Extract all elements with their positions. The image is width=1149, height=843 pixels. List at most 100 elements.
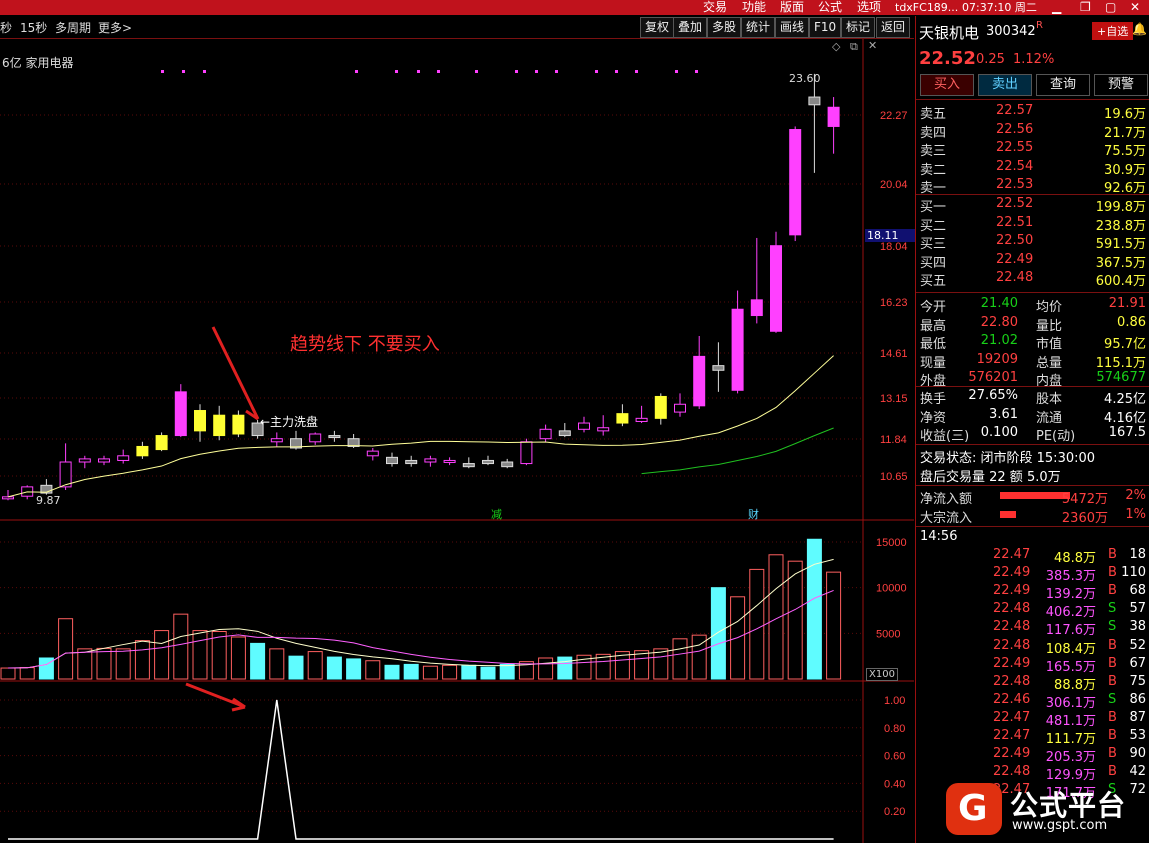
bid-row: 买一 22.52 199.8万 xyxy=(918,196,1148,215)
bid-label: 买四 xyxy=(920,255,947,271)
volume-bar xyxy=(0,667,16,680)
stat-label: 今开 xyxy=(920,300,947,315)
flow-pct: 1% xyxy=(1125,507,1146,522)
alert-button[interactable]: 预警 xyxy=(1094,74,1148,96)
volume-bar xyxy=(806,538,822,680)
btn-mark[interactable]: 标记 xyxy=(841,17,876,38)
settings-diamond-icon[interactable]: ◇ xyxy=(832,40,840,53)
query-button[interactable]: 查询 xyxy=(1036,74,1090,96)
tick-volume: 406.2万 xyxy=(1045,605,1096,621)
volume-bar xyxy=(384,664,400,680)
maximize-icon[interactable]: ▢ xyxy=(1105,0,1116,15)
tick-row: 22.48 108.4万 B 52 xyxy=(918,638,1148,657)
gspt-logo-letter: G xyxy=(958,788,988,829)
menu-options[interactable]: 选项 xyxy=(857,0,881,15)
btn-f10[interactable]: F10 xyxy=(809,17,842,38)
multi-period[interactable]: 多周期 xyxy=(55,19,91,36)
ask-price: 22.56 xyxy=(996,121,1034,137)
signal-dot xyxy=(355,70,358,73)
btn-back[interactable]: 返回 xyxy=(876,17,911,38)
candle-body xyxy=(194,410,206,432)
current-price: 22.52 xyxy=(919,48,976,69)
stat-value: 4.16亿 xyxy=(1104,410,1146,426)
board-label: 6亿 家用电器 xyxy=(2,56,74,70)
top-menu-bar: 交易 功能 版面 公式 选项 tdxFC189... 07:37:10 周二 ▁… xyxy=(0,0,1149,15)
ask-volume: 19.6万 xyxy=(1104,107,1146,122)
candle-body xyxy=(597,427,610,432)
server-label: tdxFC189... xyxy=(895,1,959,14)
btn-overlay[interactable]: 叠加 xyxy=(673,17,708,38)
event-label-reduce[interactable]: 减 xyxy=(491,506,502,522)
tick-volume: 117.6万 xyxy=(1045,623,1096,639)
period-sec[interactable]: 秒 xyxy=(0,19,12,36)
stat-value: 167.5 xyxy=(1108,425,1146,440)
tick-volume: 111.7万 xyxy=(1045,732,1096,747)
signal-dot xyxy=(675,70,678,73)
buy-button[interactable]: 买入 xyxy=(920,74,974,96)
stat-row: 今开 21.40 均价 21.91 xyxy=(918,296,1148,315)
candle-body xyxy=(808,96,821,106)
price-change: 0.25 xyxy=(976,52,1005,67)
tick-row: 22.49 165.5万 B 67 xyxy=(918,656,1148,675)
menu-trade[interactable]: 交易 xyxy=(703,0,727,15)
volume-bar xyxy=(115,648,131,680)
tick-row: 22.47 481.1万 B 87 xyxy=(918,709,1148,729)
candle-body xyxy=(328,435,341,439)
ask-label: 卖五 xyxy=(920,107,947,122)
candle-body xyxy=(539,428,552,440)
close-chart-icon[interactable]: ✕ xyxy=(868,39,877,52)
stat-label: 量比 xyxy=(1036,318,1063,334)
menu-formula[interactable]: 公式 xyxy=(818,0,842,15)
close-icon[interactable]: ✕ xyxy=(1130,0,1140,15)
bid-label: 买三 xyxy=(920,237,947,252)
candle-body xyxy=(558,430,571,437)
btn-draw-line[interactable]: 画线 xyxy=(775,17,810,38)
btn-multi-stock[interactable]: 多股 xyxy=(707,17,742,38)
more-menu[interactable]: 更多> xyxy=(98,19,132,36)
restore-icon[interactable]: ❐ xyxy=(1080,0,1091,15)
candle-body xyxy=(136,445,149,457)
price-axis-label: 14.61 xyxy=(880,348,908,360)
ask-label: 卖二 xyxy=(920,162,947,178)
minimize-icon[interactable]: ▁ xyxy=(1052,0,1061,15)
btn-stats[interactable]: 统计 xyxy=(741,17,776,38)
menu-function[interactable]: 功能 xyxy=(742,0,766,15)
tick-side: B xyxy=(1108,746,1117,762)
lock-icon[interactable]: ⧉ xyxy=(850,40,858,54)
candle-body xyxy=(750,299,763,317)
tick-volume: 108.4万 xyxy=(1045,641,1096,657)
tick-price: 22.48 xyxy=(993,673,1031,689)
event-label-finance[interactable]: 财 xyxy=(748,506,759,522)
volume-bar xyxy=(230,636,246,680)
add-favorite-button[interactable]: +自选 xyxy=(1092,22,1134,40)
price-axis-label: 11.84 xyxy=(880,434,907,446)
ask-volume: 75.5万 xyxy=(1104,144,1146,159)
stat-row: 换手 27.65% 股本 4.25亿 xyxy=(918,388,1148,407)
tick-price: 22.48 xyxy=(993,601,1031,617)
candle-body xyxy=(770,245,782,332)
volume-bar xyxy=(192,630,208,680)
stat-value: 0.100 xyxy=(980,425,1018,440)
tick-count: 18 xyxy=(1129,547,1146,562)
sell-button[interactable]: 卖出 xyxy=(978,74,1032,96)
tick-side: B xyxy=(1108,764,1117,780)
stat-value: 4.25亿 xyxy=(1104,392,1146,407)
stat-label: 换手 xyxy=(920,392,947,407)
signal-dot xyxy=(595,70,598,73)
volume-bar xyxy=(634,650,650,680)
tick-count: 87 xyxy=(1129,709,1146,725)
menu-layout[interactable]: 版面 xyxy=(780,0,804,15)
period-15sec[interactable]: 15秒 xyxy=(20,19,47,36)
candle-body xyxy=(174,391,187,437)
btn-restore-rights[interactable]: 复权 xyxy=(640,17,675,38)
candle-body xyxy=(366,450,379,457)
stat-row: 净资 3.61 流通 4.16亿 xyxy=(918,407,1148,426)
watermark: G 公式平台 www.gspt.com xyxy=(940,780,1149,843)
chart-area[interactable]: 22.27 20.04 18.04 16.23 14.61 13.15 11.84 10.65… xyxy=(0,39,914,843)
bell-icon[interactable]: 🔔 xyxy=(1132,22,1147,36)
candle-body xyxy=(405,459,418,465)
tick-volume: 139.2万 xyxy=(1045,587,1096,603)
tick-price: 22.48 xyxy=(993,619,1031,635)
ask-price: 22.54 xyxy=(996,158,1034,174)
signal-dot xyxy=(515,70,518,73)
